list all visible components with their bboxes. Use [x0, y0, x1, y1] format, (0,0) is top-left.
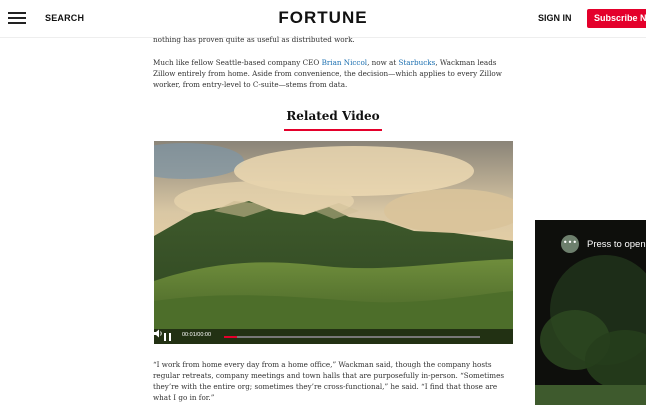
article-paragraph: “I work from home every day from a home … [153, 360, 505, 402]
video-controls: 00:01/00:00 [154, 329, 513, 344]
starbucks-link[interactable]: Starbucks [399, 58, 436, 67]
paragraph-text: , now at [367, 58, 399, 67]
heading-underline [284, 129, 382, 131]
pause-icon[interactable] [164, 333, 172, 341]
site-header: SEARCH FORTUNE SIGN IN Subscribe Now [0, 0, 646, 38]
related-video-heading: Related Video [286, 109, 380, 123]
subscribe-button[interactable]: Subscribe Now [587, 9, 646, 28]
video-frame-landscape [154, 141, 513, 344]
video-player[interactable]: 00:01/00:00 [154, 141, 513, 344]
article-paragraph: Much like fellow Seattle-based company C… [153, 57, 513, 90]
video-timecode: 00:01/00:00 [182, 332, 212, 338]
seek-bar[interactable] [224, 336, 480, 338]
sign-in-link[interactable]: SIGN IN [538, 13, 572, 23]
floating-video-player[interactable]: ••• Press to open [535, 220, 646, 405]
paragraph-text: Much like fellow Seattle-based company C… [153, 58, 322, 67]
seek-progress [224, 336, 237, 338]
volume-icon[interactable] [154, 329, 164, 338]
press-to-open-text: Press to open [587, 239, 646, 250]
article-paragraph: nothing has proven quite as useful as di… [153, 35, 355, 44]
more-options-icon[interactable]: ••• [561, 235, 579, 253]
brian-niccol-link[interactable]: Brian Niccol [322, 58, 367, 67]
